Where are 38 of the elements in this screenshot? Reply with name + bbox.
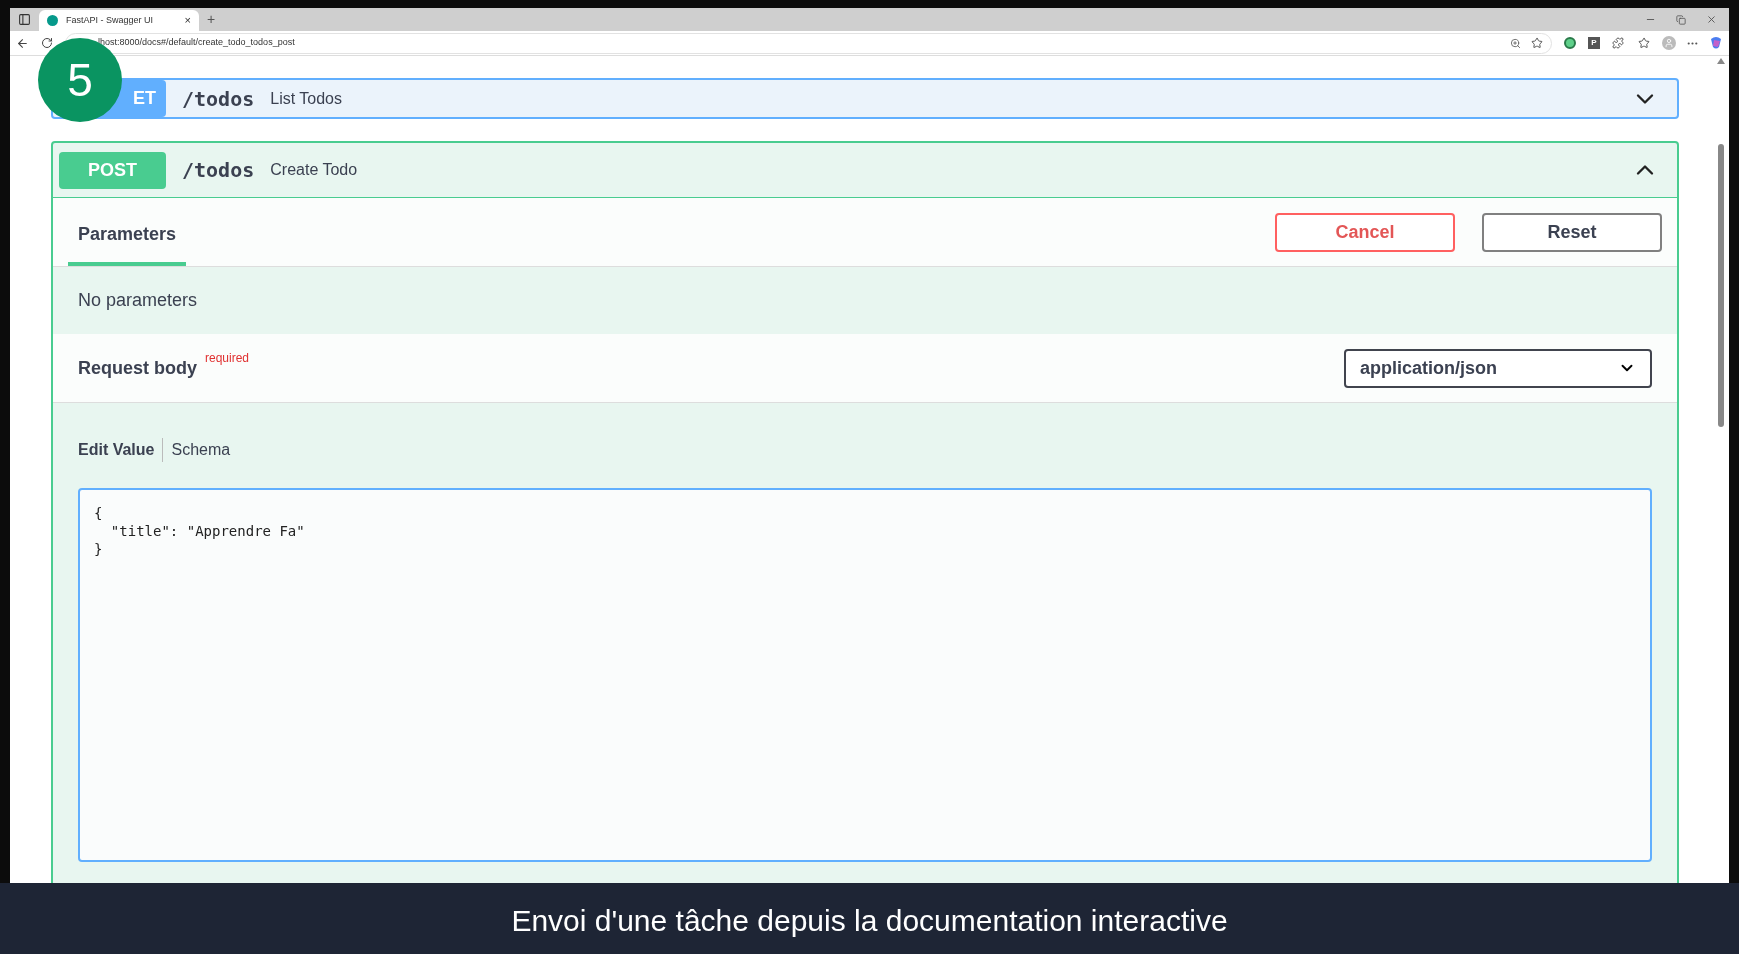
content-type-select[interactable]: application/json — [1344, 348, 1652, 388]
close-icon[interactable] — [1706, 14, 1717, 25]
parameters-tab[interactable]: Parameters — [68, 221, 187, 266]
code-line: "title": "Apprendre Fa" — [109, 522, 305, 540]
extension-icon[interactable] — [1564, 37, 1576, 49]
operation-header[interactable]: POST /todos Create Todo — [53, 143, 1677, 197]
favorites-icon[interactable] — [1638, 37, 1650, 49]
cancel-button[interactable]: Cancel — [1275, 212, 1455, 252]
editor-tab[interactable]: Schema — [162, 437, 239, 462]
star-icon[interactable] — [1531, 37, 1543, 49]
editor-tab[interactable]: Edit Value — [78, 437, 163, 462]
endpoint-path: /todos — [182, 157, 255, 184]
code-line: } — [94, 540, 103, 558]
no-parameters-text: No parameters — [78, 289, 198, 312]
required-label: required — [205, 349, 250, 367]
puzzle-icon[interactable] — [1612, 37, 1624, 49]
new-tab-button[interactable]: + — [207, 9, 216, 30]
zoom-icon[interactable] — [1510, 37, 1521, 49]
caption-text: Envoi d'une tâche depuis la documentation interactive — [511, 903, 1228, 939]
code-editor[interactable]: { "title": "Apprendre Fa" } — [78, 488, 1652, 862]
endpoint-path: /todos — [182, 85, 255, 113]
tab-title: FastAPI - Swagger UI — [66, 13, 155, 27]
tab-close-button[interactable]: × — [184, 12, 191, 29]
endpoint-summary: Create Todo — [270, 160, 358, 180]
back-icon[interactable] — [16, 36, 29, 50]
request-body-label: Request body — [78, 356, 197, 380]
address-bar[interactable]: lhost:8000/docs#/default/create_todo_todos_post — [65, 32, 1552, 54]
reload-icon[interactable] — [41, 37, 53, 49]
extension-button[interactable]: P — [1588, 37, 1600, 49]
sidebar-toggle-icon[interactable] — [18, 13, 31, 26]
fastapi-logo-icon — [47, 15, 58, 26]
method-badge: POST — [59, 151, 166, 189]
code-line: { — [94, 504, 103, 522]
endpoint-summary: List Todos — [270, 88, 342, 109]
copilot-icon[interactable] — [1709, 36, 1723, 50]
browser-tab[interactable]: FastAPI - Swagger UI × — [39, 10, 199, 31]
reset-button[interactable]: Reset — [1482, 212, 1662, 252]
restore-icon[interactable] — [1676, 14, 1686, 25]
